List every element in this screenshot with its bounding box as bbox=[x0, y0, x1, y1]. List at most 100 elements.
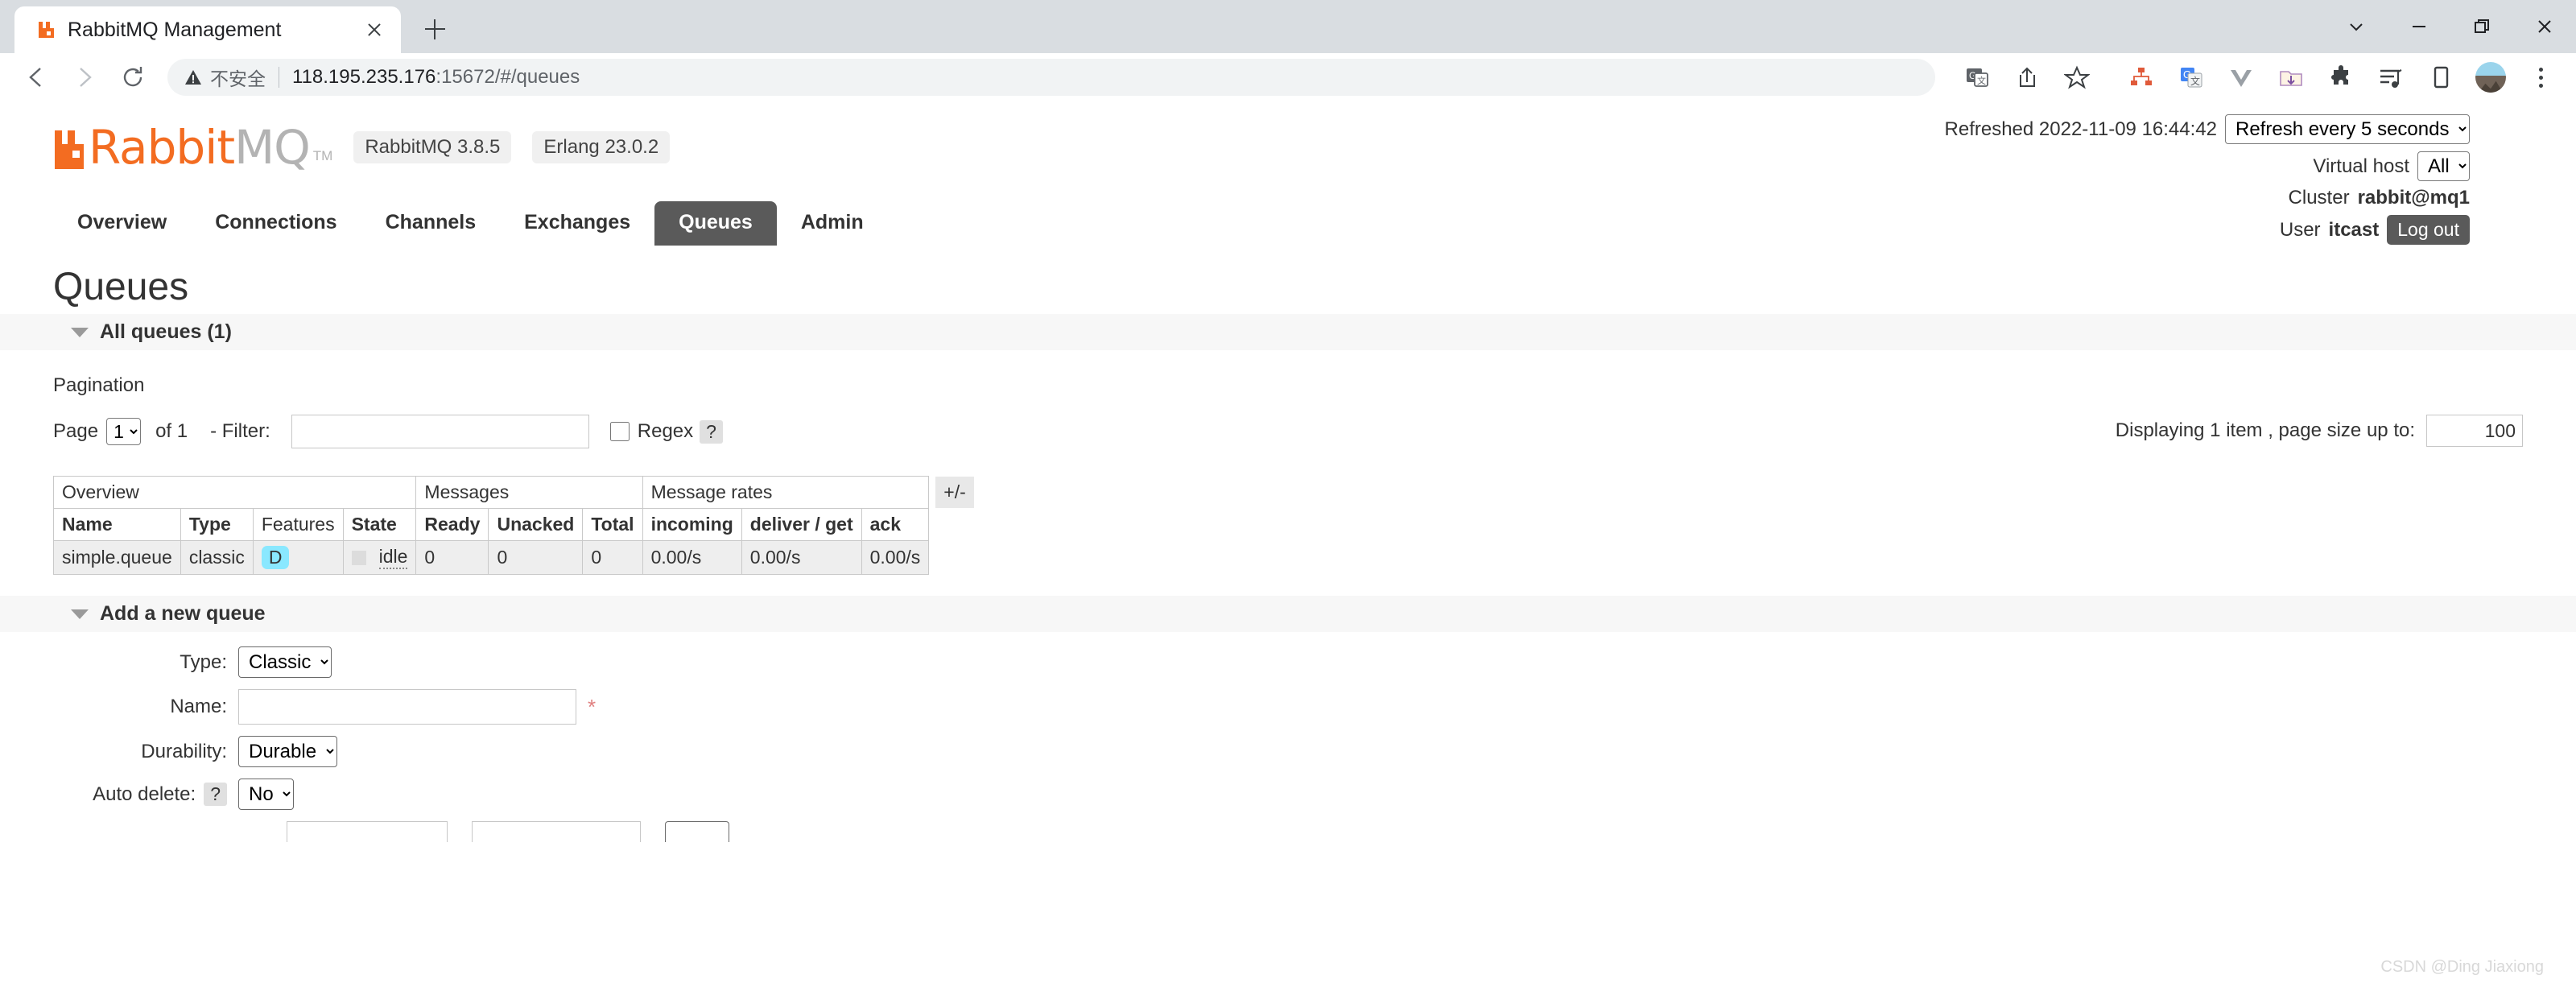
regex-toggle[interactable]: Regex bbox=[609, 420, 693, 443]
vue-devtools-extension-icon[interactable] bbox=[2220, 56, 2262, 98]
filter-input[interactable] bbox=[291, 415, 589, 448]
queue-auto-delete-select[interactable]: No bbox=[238, 779, 294, 810]
nav-tab-exchanges[interactable]: Exchanges bbox=[500, 201, 654, 246]
window-controls bbox=[2325, 0, 2576, 53]
form-row-durability: Durability: Durable bbox=[53, 736, 2523, 767]
watermark: CSDN @Ding Jiaxiong bbox=[2380, 958, 2544, 976]
queue-durability-select[interactable]: Durable bbox=[238, 736, 337, 767]
tab-search-button[interactable] bbox=[2325, 0, 2388, 53]
toolbar-icons: G 文 G 文 bbox=[1948, 56, 2562, 98]
required-asterisk: * bbox=[588, 694, 597, 719]
playlist-extension-icon[interactable] bbox=[2370, 56, 2412, 98]
nav-tab-channels[interactable]: Channels bbox=[361, 201, 501, 246]
svg-text:文: 文 bbox=[1977, 75, 1986, 86]
column-header-type[interactable]: Type bbox=[180, 508, 254, 541]
auto-delete-help-icon[interactable]: ? bbox=[204, 783, 227, 806]
rabbitmq-logo[interactable]: RabbitMQ TM bbox=[53, 124, 332, 171]
erlang-version-pill[interactable]: Erlang 23.0.2 bbox=[532, 131, 671, 163]
close-icon[interactable] bbox=[362, 18, 386, 42]
bookmark-star-icon[interactable] bbox=[2056, 56, 2098, 98]
queue-type-select[interactable]: Classic bbox=[238, 646, 332, 678]
refresh-interval-select[interactable]: Refresh every 5 seconds bbox=[2225, 114, 2470, 144]
chevron-down-icon[interactable] bbox=[71, 609, 89, 619]
forward-arrow-icon[interactable] bbox=[63, 56, 106, 99]
nav-tab-overview[interactable]: Overview bbox=[53, 201, 191, 246]
user-label: User bbox=[2279, 218, 2321, 241]
regex-checkbox[interactable] bbox=[609, 422, 630, 441]
cluster-label: Cluster bbox=[2288, 187, 2350, 209]
vhost-select[interactable]: All bbox=[2417, 151, 2470, 181]
column-header-state[interactable]: State bbox=[342, 508, 417, 541]
pagination-controls: Page 1 of 1 - Filter: Regex ? Displaying… bbox=[53, 415, 2523, 448]
add-queue-section-header[interactable]: Add a new queue bbox=[0, 596, 2576, 632]
column-header-ack[interactable]: ack bbox=[861, 508, 930, 541]
column-header-total[interactable]: Total bbox=[582, 508, 643, 541]
cell-rate-ack: 0.00/s bbox=[861, 540, 930, 575]
cell-queue-name[interactable]: simple.queue bbox=[53, 540, 181, 575]
minimize-button[interactable] bbox=[2388, 0, 2450, 53]
cell-queue-type: classic bbox=[180, 540, 254, 575]
browser-tab[interactable]: RabbitMQ Management bbox=[14, 6, 401, 53]
sitemap-extension-icon[interactable] bbox=[2120, 56, 2162, 98]
rabbitmq-version-pill[interactable]: RabbitMQ 3.8.5 bbox=[353, 131, 512, 163]
cell-messages-total: 0 bbox=[582, 540, 643, 575]
google-translate-extension-icon[interactable]: G 文 bbox=[2170, 56, 2212, 98]
page-select[interactable]: 1 bbox=[106, 418, 142, 445]
svg-text:文: 文 bbox=[2190, 75, 2200, 87]
page-title: Queues bbox=[53, 266, 189, 308]
logout-button[interactable]: Log out bbox=[2387, 215, 2470, 245]
user-row: User itcast Log out bbox=[1945, 215, 2470, 245]
back-arrow-icon[interactable] bbox=[14, 56, 58, 99]
url-host: 118.195.235.176 bbox=[292, 66, 436, 88]
cell-queue-features: D bbox=[252, 540, 344, 575]
displaying-info: Displaying 1 item , page size up to: bbox=[2116, 415, 2523, 447]
app-header: RabbitMQ TM RabbitMQ 3.8.5 Erlang 23.0.2… bbox=[53, 101, 2523, 245]
share-icon[interactable] bbox=[2006, 56, 2048, 98]
add-queue-section-label: Add a new queue bbox=[100, 602, 266, 625]
toggle-columns-button[interactable]: +/- bbox=[935, 477, 974, 508]
label-durability: Durability: bbox=[141, 740, 227, 762]
avatar[interactable] bbox=[2470, 56, 2512, 98]
state-label: idle bbox=[378, 546, 408, 569]
argument-value-input-partial[interactable] bbox=[472, 821, 641, 842]
new-tab-button[interactable] bbox=[412, 6, 457, 52]
address-bar[interactable]: 不安全 118.195.235.176:15672/#/queues bbox=[167, 59, 1935, 96]
translate-icon[interactable]: G 文 bbox=[1956, 56, 1998, 98]
logo-trademark: TM bbox=[312, 148, 333, 163]
filter-label: - Filter: bbox=[210, 420, 270, 442]
browser-chrome: RabbitMQ Management 不安全 118.195.235.176:… bbox=[0, 0, 2576, 101]
kebab-menu-icon[interactable] bbox=[2520, 56, 2562, 98]
all-queues-section-label: All queues (1) bbox=[100, 320, 232, 343]
puzzle-extensions-icon[interactable] bbox=[2320, 56, 2362, 98]
column-header-ready[interactable]: Ready bbox=[415, 508, 489, 541]
nav-tab-admin[interactable]: Admin bbox=[777, 201, 888, 246]
column-header-deliver-get[interactable]: deliver / get bbox=[741, 508, 862, 541]
regex-help-icon[interactable]: ? bbox=[700, 419, 723, 444]
column-header-incoming[interactable]: incoming bbox=[642, 508, 742, 541]
label-auto-delete: Auto delete: ? bbox=[53, 783, 238, 806]
security-status[interactable]: 不安全 bbox=[184, 64, 266, 91]
group-header-messages: Messages bbox=[415, 476, 643, 509]
argument-type-select-partial[interactable] bbox=[665, 821, 729, 842]
table-row[interactable]: simple.queue classic D idle 0 0 0 0.00/s… bbox=[53, 540, 930, 575]
reload-icon[interactable] bbox=[111, 56, 155, 99]
close-window-button[interactable] bbox=[2513, 0, 2576, 53]
column-header-features: Features bbox=[252, 508, 344, 541]
column-header-unacked[interactable]: Unacked bbox=[488, 508, 584, 541]
browser-tabstrip: RabbitMQ Management bbox=[0, 0, 2576, 53]
mobile-view-extension-icon[interactable] bbox=[2420, 56, 2462, 98]
label-name: Name: bbox=[170, 696, 227, 717]
address-bar-url: 118.195.235.176:15672/#/queues bbox=[292, 66, 580, 89]
queue-name-input[interactable] bbox=[238, 689, 576, 725]
nav-tab-queues[interactable]: Queues bbox=[654, 201, 777, 246]
argument-key-input-partial[interactable] bbox=[287, 821, 448, 842]
form-row-type: Type: Classic bbox=[53, 646, 2523, 678]
maximize-button[interactable] bbox=[2450, 0, 2513, 53]
downloader-extension-icon[interactable] bbox=[2270, 56, 2312, 98]
column-header-name[interactable]: Name bbox=[53, 508, 181, 541]
rabbitmq-logo-icon bbox=[53, 129, 85, 171]
nav-tab-connections[interactable]: Connections bbox=[191, 201, 361, 246]
all-queues-section-header[interactable]: All queues (1) bbox=[0, 314, 2576, 350]
page-size-input[interactable] bbox=[2426, 415, 2523, 447]
chevron-down-icon[interactable] bbox=[71, 327, 89, 337]
